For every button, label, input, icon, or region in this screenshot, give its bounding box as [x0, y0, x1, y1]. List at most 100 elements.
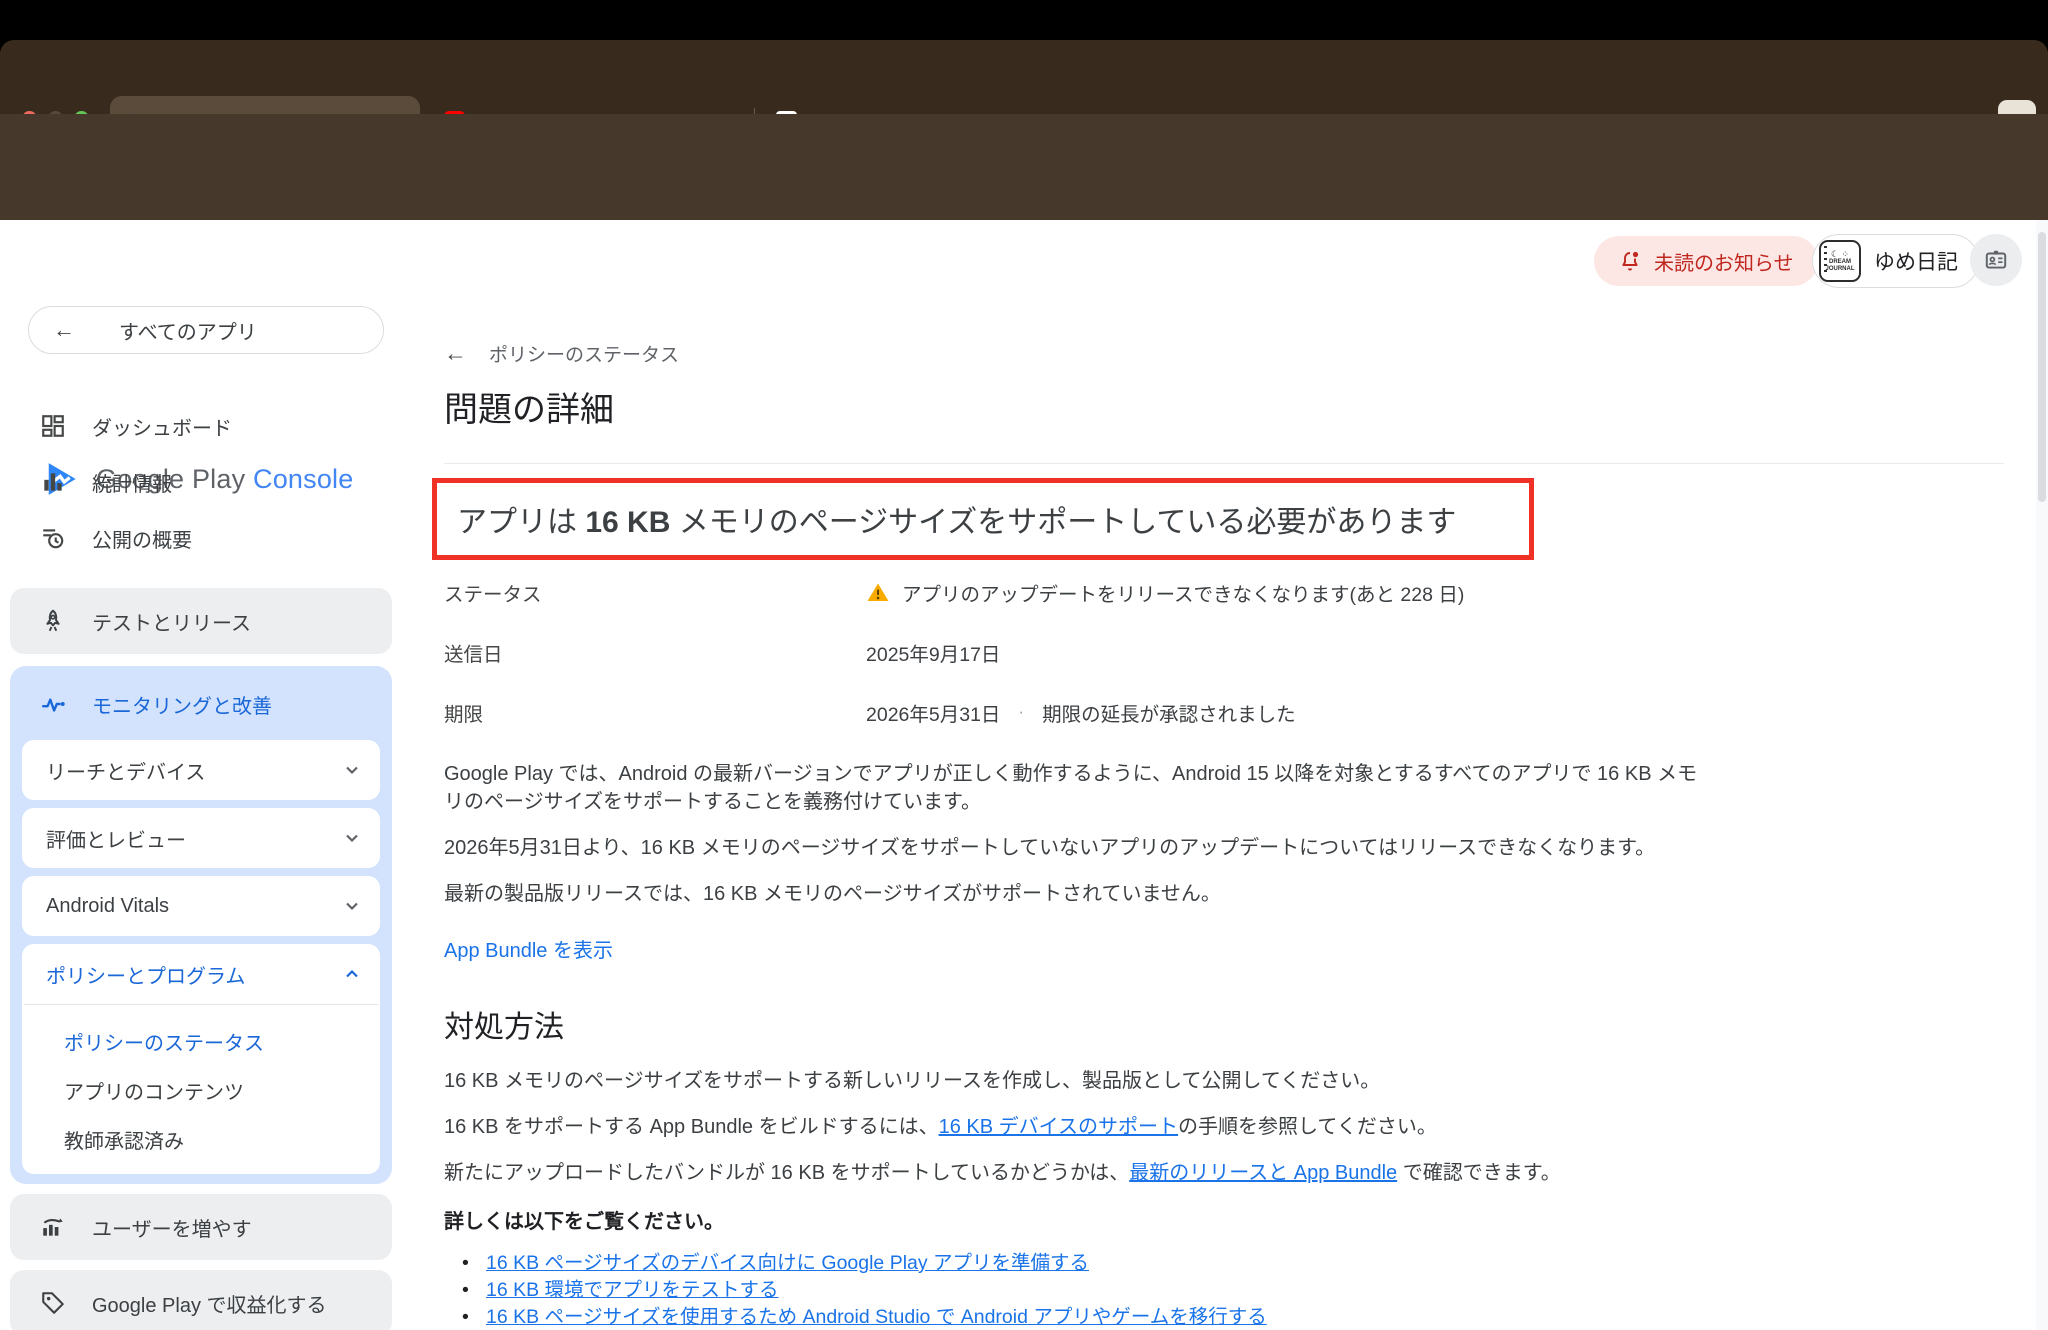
sidebar-item-monetize[interactable]: Google Play で収益化する [10, 1270, 392, 1330]
warning-icon [866, 580, 890, 604]
sidebar-item-label: ユーザーを増やす [92, 1213, 252, 1242]
submitted-label: 送信日 [444, 638, 866, 667]
bookmarks-bar: G◎文aa▶▶SBI≋TedϟAPI◆ıl//TTΛ◉RC▢CVEW▶>ii♪♪… [0, 168, 2048, 220]
deadline-row: 期限 2026年5月31日 · 期限の延長が承認されました [444, 682, 2004, 742]
body-paragraph: Google Play では、Android の最新バージョンでアプリが正しく動… [444, 760, 1699, 816]
remedy-paragraph: 新たにアップロードしたバンドルが 16 KB をサポートしているかどうかは、最新… [444, 1159, 1699, 1187]
dashboard-icon [40, 413, 66, 439]
issue-title: アプリは 16 KB メモリのページサイズをサポートしている必要があります [457, 506, 1456, 539]
chevron-up-icon [344, 966, 360, 982]
sidebar-item-policy-status[interactable]: ポリシーのステータス [22, 1017, 380, 1066]
scrollbar-thumb[interactable] [2038, 232, 2046, 502]
chevron-down-icon [344, 762, 360, 778]
main-content: ← ポリシーのステータス 問題の詳細 アプリは 16 KB メモリのページサイズ… [444, 340, 2004, 1330]
breadcrumb: ← ポリシーのステータス [444, 340, 2004, 367]
id-badge-icon [1983, 247, 2009, 273]
sidebar-item-app-content[interactable]: アプリのコンテンツ [22, 1066, 380, 1115]
back-arrow-icon: ← [53, 317, 75, 343]
sidebar-item-label: ポリシーとプログラム [46, 960, 245, 989]
sidebar-item-label: テストとリリース [92, 607, 251, 636]
divider [444, 463, 2004, 464]
sidebar-item-label: リーチとデバイス [46, 756, 205, 785]
16kb-device-support-link[interactable]: 16 KB デバイスのサポート [939, 1116, 1178, 1138]
latest-release-bundle-link[interactable]: 最新のリリースと App Bundle [1129, 1162, 1397, 1184]
app-selector-button[interactable]: ☾ ⁘ DREAM JOURNAL ゆめ日記 [1812, 234, 1979, 288]
sidebar-item-label: アプリのコンテンツ [64, 1076, 244, 1105]
sidebar-item-grow-users[interactable]: ユーザーを増やす [10, 1194, 392, 1260]
remedy-title: 対処方法 [444, 1007, 2004, 1049]
sidebar-item-label: 評価とレビュー [46, 824, 186, 853]
account-badge-button[interactable] [1970, 234, 2022, 286]
sidebar-item-teacher-approved[interactable]: 教師承認済み [22, 1115, 380, 1164]
breadcrumb-label[interactable]: ポリシーのステータス [489, 340, 679, 367]
all-apps-back-button[interactable]: ← すべてのアプリ [28, 306, 384, 354]
sidebar: ← すべてのアプリ ダッシュボード 統計情報 公開の概要 [0, 300, 400, 1330]
sidebar-item-ratings-reviews[interactable]: 評価とレビュー [22, 808, 380, 868]
sidebar-item-policy-programs[interactable]: ポリシーとプログラム [22, 944, 380, 1004]
deadline-note: 期限の延長が承認されました [1042, 698, 1296, 727]
status-label: ステータス [444, 578, 866, 607]
play-console-page: Google Play Console 未読のお知らせ ☾ ⁘ DREAM JO… [0, 220, 2048, 1330]
sidebar-item-publishing-overview[interactable]: 公開の概要 [0, 510, 400, 566]
page-title: 問題の詳細 [444, 387, 2004, 433]
deadline-value: 2026年5月31日 [866, 698, 1000, 727]
bell-icon [1618, 249, 1642, 273]
sidebar-item-label: モニタリングと改善 [92, 690, 272, 719]
breadcrumb-back-icon[interactable]: ← [444, 340, 467, 367]
deadline-label: 期限 [444, 698, 866, 727]
prepare-play-apps-link[interactable]: 16 KB ページサイズのデバイス向けに Google Play アプリを準備す… [486, 1252, 1089, 1274]
body-paragraph: 2026年5月31日より、16 KB メモリのページサイズをサポートしていないア… [444, 834, 1699, 862]
tag-icon [40, 1290, 66, 1316]
sidebar-item-test-release[interactable]: テストとリリース [10, 588, 392, 654]
status-row: ステータス アプリのアップデートをリリースできなくなります(あと 228 日) [444, 562, 2004, 622]
chevron-down-icon [344, 830, 360, 846]
bar-chart-icon [40, 469, 66, 495]
unread-notifications-label: 未読のお知らせ [1654, 247, 1794, 276]
resource-links-list: 16 KB ページサイズのデバイス向けに Google Play アプリを準備す… [458, 1250, 2004, 1330]
unread-notifications-button[interactable]: 未読のお知らせ [1594, 236, 1818, 286]
list-item: 16 KB ページサイズを使用するため Android Studio で And… [458, 1304, 2004, 1330]
policy-programs-card: ポリシーとプログラム ポリシーのステータス アプリのコンテンツ 教師承認済み [22, 944, 380, 1174]
status-value: アプリのアップデートをリリースできなくなります(あと 228 日) [902, 578, 1464, 607]
publish-overview-icon [40, 525, 66, 551]
tab-strip: ポリシーのステータス - 詳細 | ゆ ✕ ▶ 【再来日】シバネムさんの曲が— … [0, 40, 2048, 114]
sidebar-item-label: Android Vitals [46, 895, 169, 918]
page-scrollbar[interactable] [2036, 220, 2048, 1330]
all-apps-label: すべてのアプリ [119, 316, 257, 345]
submitted-row: 送信日 2025年9月17日 [444, 622, 2004, 682]
sidebar-item-label: ダッシュボード [92, 412, 232, 441]
sidebar-item-reach-devices[interactable]: リーチとデバイス [22, 740, 380, 800]
chevron-down-icon [344, 898, 360, 914]
sidebar-item-dashboard[interactable]: ダッシュボード [0, 398, 400, 454]
sidebar-item-label: 教師承認済み [64, 1125, 184, 1154]
issue-detail-rows: ステータス アプリのアップデートをリリースできなくなります(あと 228 日) … [444, 562, 2004, 742]
remedy-paragraph: 16 KB メモリのページサイズをサポートする新しいリリースを作成し、製品版とし… [444, 1067, 1699, 1095]
dot-separator: · [1018, 702, 1024, 722]
rocket-icon [40, 608, 66, 634]
browser-toolbar: ← → ⟳ play.google.com/console/u/0/develo… [0, 114, 2048, 168]
sidebar-item-label: Google Play で収益化する [92, 1289, 327, 1318]
list-item: 16 KB ページサイズのデバイス向けに Google Play アプリを準備す… [458, 1250, 2004, 1277]
app-name-label: ゆめ日記 [1874, 246, 1958, 276]
test-16kb-env-link[interactable]: 16 KB 環境でアプリをテストする [486, 1279, 779, 1301]
migrate-android-studio-link[interactable]: 16 KB ページサイズを使用するため Android Studio で And… [486, 1306, 1267, 1328]
view-app-bundle-link[interactable]: App Bundle を表示 [444, 940, 613, 962]
app-bundle-link-line: App Bundle を表示 [444, 934, 2004, 963]
growth-icon [40, 1214, 66, 1240]
monitoring-section: モニタリングと改善 リーチとデバイス 評価とレビュー A [10, 666, 392, 1184]
body-paragraph: 最新の製品版リリースでは、16 KB メモリのページサイズがサポートされていませ… [444, 880, 1699, 908]
sidebar-item-label: 統計情報 [92, 468, 172, 497]
sidebar-item-android-vitals[interactable]: Android Vitals [22, 876, 380, 936]
submitted-value: 2025年9月17日 [866, 638, 1000, 667]
dream-journal-app-icon: ☾ ⁘ DREAM JOURNAL [1819, 240, 1861, 282]
pulse-icon [40, 691, 66, 717]
remedy-paragraph: 16 KB をサポートする App Bundle をビルドするには、16 KB … [444, 1113, 1699, 1141]
issue-title-annotation-box: アプリは 16 KB メモリのページサイズをサポートしている必要があります [432, 478, 1534, 560]
list-item: 16 KB 環境でアプリをテストする [458, 1277, 2004, 1304]
sidebar-item-label: ポリシーのステータス [64, 1027, 264, 1056]
screen: ポリシーのステータス - 詳細 | ゆ ✕ ▶ 【再来日】シバネムさんの曲が— … [0, 0, 2048, 1330]
sidebar-item-label: 公開の概要 [92, 524, 192, 553]
sidebar-item-monitoring[interactable]: モニタリングと改善 [22, 676, 380, 732]
sidebar-item-statistics[interactable]: 統計情報 [0, 454, 400, 510]
see-below-note: 詳しくは以下をご覧ください。 [444, 1205, 2004, 1234]
